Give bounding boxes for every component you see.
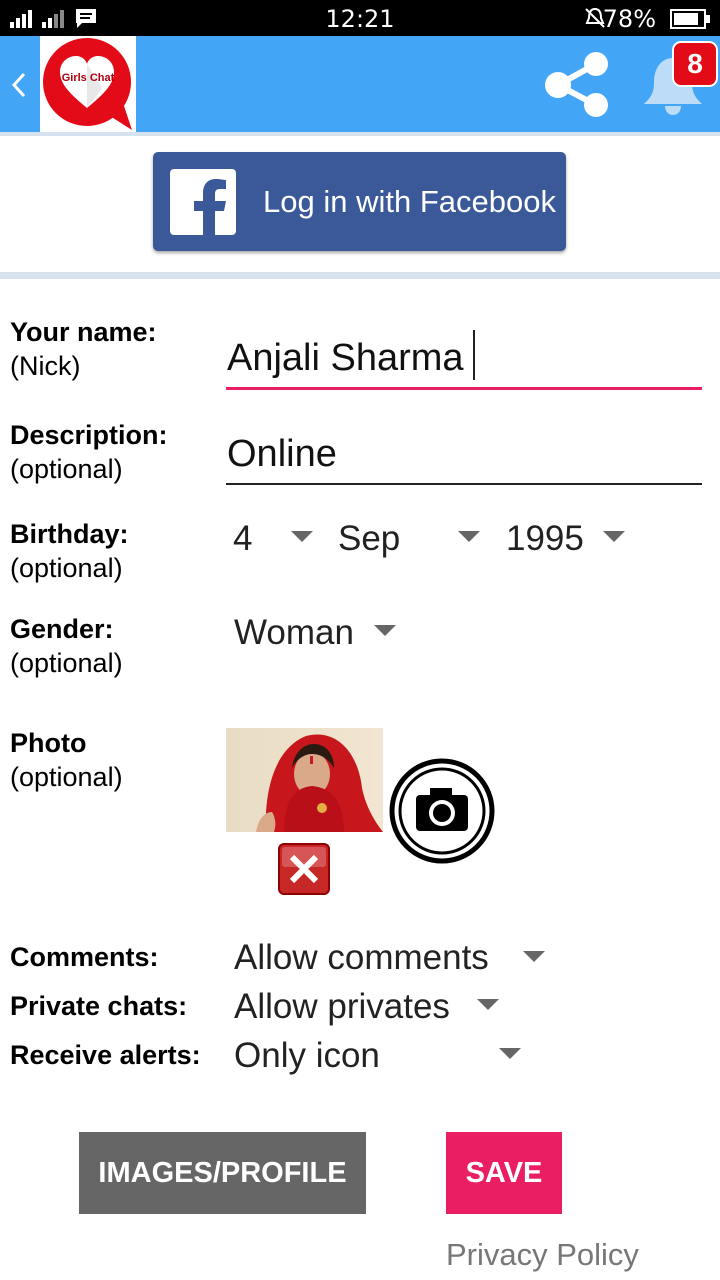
privacy-policy-link[interactable]: Privacy Policy: [446, 1237, 639, 1273]
gender-select[interactable]: Woman: [234, 613, 354, 653]
logo-bubble-icon: [43, 38, 132, 130]
chevron-down-icon[interactable]: [291, 531, 313, 542]
share-icon[interactable]: [542, 48, 614, 120]
comments-select[interactable]: Allow comments: [234, 938, 489, 978]
birthday-label: Birthday: (optional): [10, 517, 129, 585]
description-label: Description: (optional): [10, 418, 168, 486]
battery-icon: [670, 9, 710, 29]
app-bar-divider: [0, 132, 720, 136]
facebook-icon: [170, 169, 236, 235]
battery-percent: 78%: [602, 5, 656, 33]
gender-label: Gender: (optional): [10, 612, 123, 680]
chevron-down-icon[interactable]: [603, 531, 625, 542]
camera-icon[interactable]: [388, 757, 496, 865]
receive-alerts-label: Receive alerts:: [10, 1040, 201, 1070]
facebook-login-button[interactable]: Log in with Facebook: [153, 152, 566, 251]
receive-alerts-select[interactable]: Only icon: [234, 1036, 380, 1076]
app-logo: Girls Chat: [40, 36, 136, 132]
gender-label-sub: (optional): [10, 648, 123, 678]
birthday-label-title: Birthday:: [10, 519, 129, 549]
logo-text: Girls Chat: [61, 72, 115, 84]
chevron-down-icon[interactable]: [458, 531, 480, 542]
chevron-down-icon[interactable]: [477, 999, 499, 1010]
chevron-down-icon[interactable]: [523, 951, 545, 962]
name-input-value[interactable]: Anjali Sharma: [227, 337, 464, 380]
photo-label: Photo (optional): [10, 726, 123, 794]
app-bar: Girls Chat 8: [0, 36, 720, 132]
comments-label: Comments:: [10, 942, 159, 972]
description-label-title: Description:: [10, 420, 168, 450]
photo-label-title: Photo: [10, 728, 87, 758]
private-chats-select[interactable]: Allow privates: [234, 987, 450, 1027]
profile-photo[interactable]: [226, 728, 383, 832]
save-button[interactable]: SAVE: [446, 1132, 562, 1214]
chevron-down-icon[interactable]: [499, 1048, 521, 1059]
gender-label-title: Gender:: [10, 614, 114, 644]
status-bar: 12:21 78%: [0, 0, 720, 36]
birthday-label-sub: (optional): [10, 553, 123, 583]
text-cursor: [473, 330, 475, 380]
notification-badge[interactable]: 8: [672, 41, 718, 87]
name-label-title: Your name:: [10, 317, 157, 347]
birthday-year-select[interactable]: 1995: [506, 519, 584, 559]
name-label-sub: (Nick): [10, 351, 81, 381]
private-chats-label: Private chats:: [10, 991, 188, 1021]
images-profile-button[interactable]: IMAGES/PROFILE: [79, 1132, 366, 1214]
name-input-underline[interactable]: [226, 387, 702, 390]
facebook-login-label: Log in with Facebook: [263, 184, 556, 219]
description-label-sub: (optional): [10, 454, 123, 484]
back-icon[interactable]: [10, 70, 30, 100]
section-divider: [0, 272, 720, 279]
delete-photo-icon[interactable]: [278, 843, 330, 895]
description-input-value[interactable]: Online: [227, 433, 337, 476]
chevron-down-icon[interactable]: [374, 625, 396, 636]
birthday-month-select[interactable]: Sep: [338, 519, 400, 559]
photo-label-sub: (optional): [10, 762, 123, 792]
birthday-day-select[interactable]: 4: [233, 519, 252, 559]
name-label: Your name: (Nick): [10, 315, 157, 383]
description-input-underline[interactable]: [226, 483, 702, 485]
